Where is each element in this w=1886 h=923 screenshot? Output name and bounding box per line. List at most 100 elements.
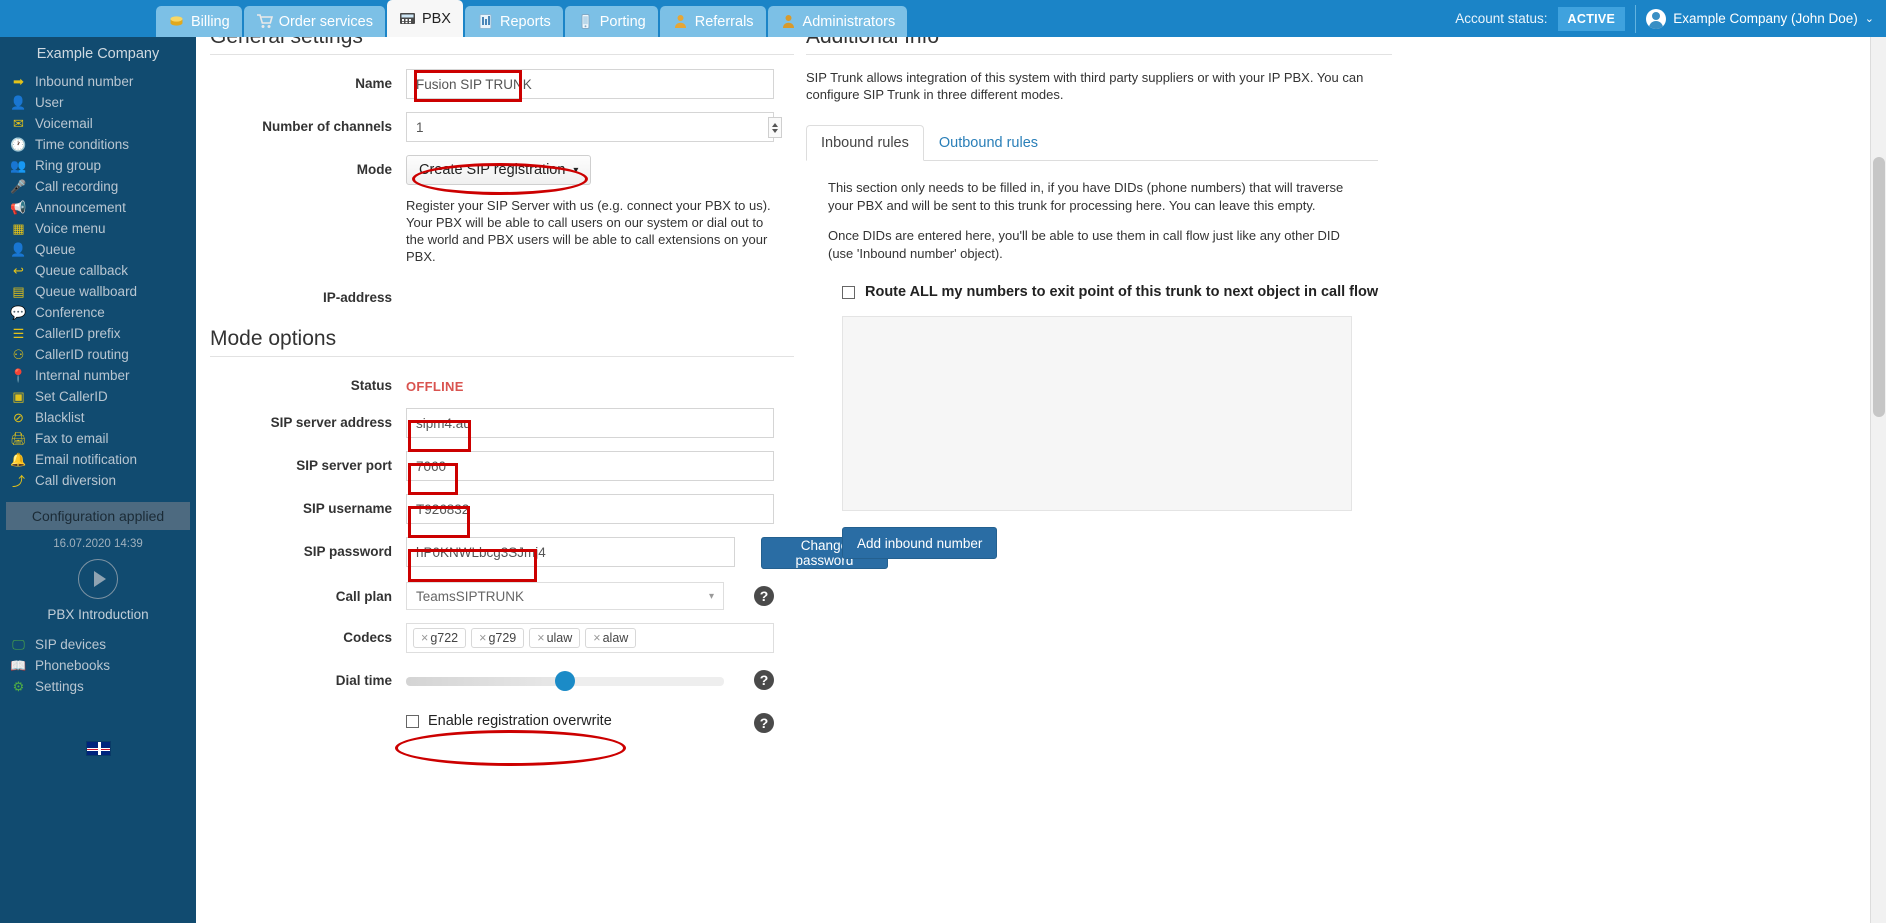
gear-icon: ⚙: [12, 678, 25, 694]
sidebar-item-ring-group[interactable]: 👥 Ring group: [0, 155, 196, 176]
slider-handle[interactable]: [555, 671, 575, 691]
sidebar-item-blacklist[interactable]: ⊘ Blacklist: [0, 407, 196, 428]
tab-outbound-rules[interactable]: Outbound rules: [924, 125, 1053, 161]
sidebar-item-callerid-prefix[interactable]: ☰ CallerID prefix: [0, 323, 196, 344]
name-input[interactable]: [406, 69, 774, 99]
call-plan-select[interactable]: TeamsSIPTRUNK ▾: [406, 582, 724, 610]
sidebar-item-settings[interactable]: ⚙ Settings: [0, 676, 196, 697]
tab-inbound-rules[interactable]: Inbound rules: [806, 125, 924, 161]
add-inbound-number-button[interactable]: Add inbound number: [842, 527, 998, 559]
sidebar-item-label: Set CallerID: [35, 389, 108, 404]
overwrite-help-icon[interactable]: ?: [754, 713, 774, 733]
codec-chip[interactable]: × ulaw: [529, 628, 581, 648]
dial-time-slider[interactable]: [406, 666, 724, 696]
sidebar-item-fax-to-email[interactable]: 🖨 Fax to email: [0, 428, 196, 449]
sidebar-item-label: CallerID routing: [35, 347, 129, 362]
book-icon: 📖: [10, 657, 27, 673]
overwrite-row: Enable registration overwrite ?: [210, 709, 794, 733]
pbx-intro-play-button[interactable]: [0, 554, 196, 599]
table-icon: ▤: [12, 283, 25, 299]
pin-icon: 📍: [10, 367, 27, 383]
inbound-rules-para-2: Once DIDs are entered here, you'll be ab…: [828, 228, 1340, 261]
enable-registration-overwrite[interactable]: Enable registration overwrite: [406, 709, 794, 729]
nav-tab-porting[interactable]: Porting: [564, 6, 658, 37]
channels-input[interactable]: [406, 112, 774, 142]
sidebar-item-label: Fax to email: [35, 431, 109, 446]
sidebar: Example Company ➡ Inbound number 👤 User …: [0, 37, 196, 923]
nav-tab-pbx[interactable]: PBX: [386, 0, 463, 37]
user-menu[interactable]: Example Company (John Doe) ⌄: [1646, 8, 1874, 29]
route-all-numbers-row[interactable]: Route ALL my numbers to exit point of th…: [842, 284, 1392, 300]
call-plan-value: TeamsSIPTRUNK: [416, 588, 525, 604]
general-settings-panel: General settings Name Number of channels…: [210, 37, 888, 742]
route-all-checkbox[interactable]: [842, 285, 855, 299]
main-content: General settings Name Number of channels…: [196, 37, 1392, 923]
name-label: Name: [355, 76, 392, 91]
sip-password-row: SIP password Change password: [210, 537, 888, 569]
sip-server-address-input[interactable]: [406, 408, 774, 438]
codec-chip[interactable]: × g729: [471, 628, 525, 648]
sidebar-item-sip-devices[interactable]: 🖵 SIP devices: [0, 634, 196, 655]
sidebar-item-label: Time conditions: [35, 137, 130, 152]
additional-info-panel: Additional Info SIP Trunk allows integra…: [806, 37, 1392, 559]
sidebar-item-phonebooks[interactable]: 📖 Phonebooks: [0, 655, 196, 676]
sidebar-item-user[interactable]: 👤 User: [0, 92, 196, 113]
nav-tab-reports[interactable]: Reports: [464, 6, 563, 37]
sidebar-item-inbound-number[interactable]: ➡ Inbound number: [0, 71, 196, 92]
scrollbar-thumb[interactable]: [1873, 157, 1885, 417]
mode-dropdown-button[interactable]: Create SIP registration ▾: [406, 155, 592, 185]
overwrite-label: Enable registration overwrite: [428, 713, 612, 729]
sidebar-item-callerid-routing[interactable]: ⚇ CallerID routing: [0, 344, 196, 365]
grid-icon: ▦: [12, 220, 25, 236]
sidebar-item-time-conditions[interactable]: 🕐 Time conditions: [0, 134, 196, 155]
remove-icon[interactable]: ×: [479, 631, 486, 645]
name-row: Name: [210, 69, 794, 99]
dial-time-help-icon[interactable]: ?: [754, 670, 774, 690]
sidebar-item-queue-callback[interactable]: ↩ Queue callback: [0, 260, 196, 281]
remove-icon[interactable]: ×: [537, 631, 544, 645]
megaphone-icon: 📢: [10, 199, 27, 215]
sidebar-item-call-recording[interactable]: 🎤 Call recording: [0, 176, 196, 197]
person-icon: [672, 13, 689, 30]
sidebar-item-queue[interactable]: 👤 Queue: [0, 239, 196, 260]
nav-tab-billing[interactable]: Billing: [156, 6, 242, 37]
remove-icon[interactable]: ×: [593, 631, 600, 645]
sip-password-input[interactable]: [406, 537, 736, 567]
sidebar-item-conference[interactable]: 💬 Conference: [0, 302, 196, 323]
sidebar-item-call-diversion[interactable]: ⤴ Call diversion: [0, 470, 196, 491]
envelope-icon: ✉: [13, 115, 24, 131]
sidebar-item-queue-wallboard[interactable]: ▤ Queue wallboard: [0, 281, 196, 302]
ip-address-row: IP-address: [210, 283, 794, 305]
sip-password-label: SIP password: [303, 544, 392, 559]
sidebar-item-voicemail[interactable]: ✉ Voicemail: [0, 113, 196, 134]
sidebar-item-label: Email notification: [35, 452, 138, 467]
sidebar-item-label: Voicemail: [35, 116, 93, 131]
account-area: Account status: ACTIVE Example Company (…: [1455, 0, 1886, 37]
page-scrollbar[interactable]: [1870, 37, 1886, 923]
channels-stepper[interactable]: [768, 117, 782, 138]
sidebar-item-internal-number[interactable]: 📍 Internal number: [0, 365, 196, 386]
codec-chip[interactable]: × alaw: [585, 628, 637, 648]
sidebar-item-announcement[interactable]: 📢 Announcement: [0, 197, 196, 218]
nav-tab-referrals[interactable]: Referrals: [659, 6, 766, 37]
monitor-icon: 🖵: [12, 636, 25, 652]
language-selector[interactable]: [0, 697, 196, 756]
sidebar-item-voice-menu[interactable]: ▦ Voice menu: [0, 218, 196, 239]
sidebar-item-label: CallerID prefix: [35, 326, 121, 341]
remove-icon[interactable]: ×: [421, 631, 428, 645]
status-label: Status: [350, 378, 392, 393]
nav-tab-order-services[interactable]: Order services: [243, 6, 385, 37]
sip-username-input[interactable]: [406, 494, 774, 524]
chevron-down-icon: ▾: [573, 164, 579, 176]
overwrite-checkbox[interactable]: [406, 714, 419, 728]
codec-chip[interactable]: × g722: [413, 628, 467, 648]
sidebar-item-email-notification[interactable]: 🔔 Email notification: [0, 449, 196, 470]
nav-tab-administrators[interactable]: Administrators: [767, 6, 908, 37]
call-plan-help-icon[interactable]: ?: [754, 586, 774, 606]
nav-tab-label: Administrators: [802, 13, 896, 30]
sip-server-port-input[interactable]: [406, 451, 774, 481]
codecs-multiselect[interactable]: × g722 × g729 × ulaw × alaw: [406, 623, 774, 653]
sidebar-item-set-callerid[interactable]: ▣ Set CallerID: [0, 386, 196, 407]
sip-server-address-row: SIP server address: [210, 408, 794, 438]
codec-label: g722: [430, 631, 459, 645]
